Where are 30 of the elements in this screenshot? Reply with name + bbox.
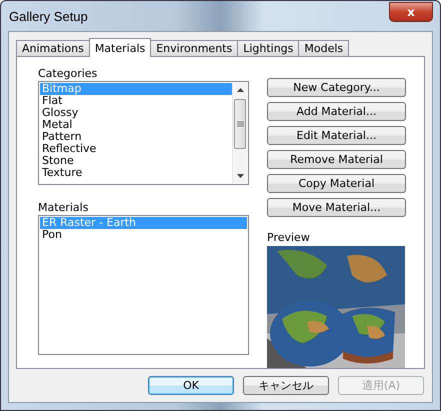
dialog-button[interactable]: OK <box>148 376 234 395</box>
list-box[interactable]: Bitmap Flat Glossy Metal Pattern Reflective Stone Texture <box>38 81 249 185</box>
list-item[interactable]: Reflective <box>40 143 232 155</box>
close-button[interactable]: x <box>389 2 433 22</box>
list-box[interactable]: ER Raster - Earth Pon <box>38 215 249 355</box>
action-button[interactable]: Edit Material... <box>267 126 406 145</box>
action-button[interactable]: Add Material... <box>267 102 406 121</box>
action-button[interactable]: New Category... <box>267 78 406 97</box>
preview-label: Preview <box>267 230 311 244</box>
materials-label: Materials <box>38 201 90 214</box>
tab[interactable]: Environments <box>150 40 238 57</box>
tab[interactable]: Lightings <box>237 40 300 57</box>
tab[interactable]: Animations <box>16 40 90 57</box>
scroll-thumb[interactable] <box>234 99 246 149</box>
list-item[interactable]: Pon <box>40 229 247 241</box>
tab[interactable]: Materials <box>88 38 152 57</box>
scrollbar[interactable] <box>232 83 247 183</box>
categories-label: Categories <box>38 67 98 80</box>
action-button[interactable]: Remove Material <box>267 150 406 169</box>
list-item[interactable]: Texture <box>40 167 232 179</box>
list-item[interactable]: Stone <box>40 155 232 167</box>
list-item[interactable]: Glossy <box>40 107 232 119</box>
tab[interactable]: Models <box>298 40 350 57</box>
list-item[interactable]: Metal <box>40 119 232 131</box>
list-item[interactable]: Pattern <box>40 131 232 143</box>
action-button[interactable]: Move Material... <box>267 198 406 217</box>
action-button[interactable]: Copy Material <box>267 174 406 193</box>
dialog-button[interactable]: キャンセル <box>243 376 329 395</box>
list-item[interactable]: Flat <box>40 95 232 107</box>
window-title: Gallery Setup <box>9 8 88 24</box>
